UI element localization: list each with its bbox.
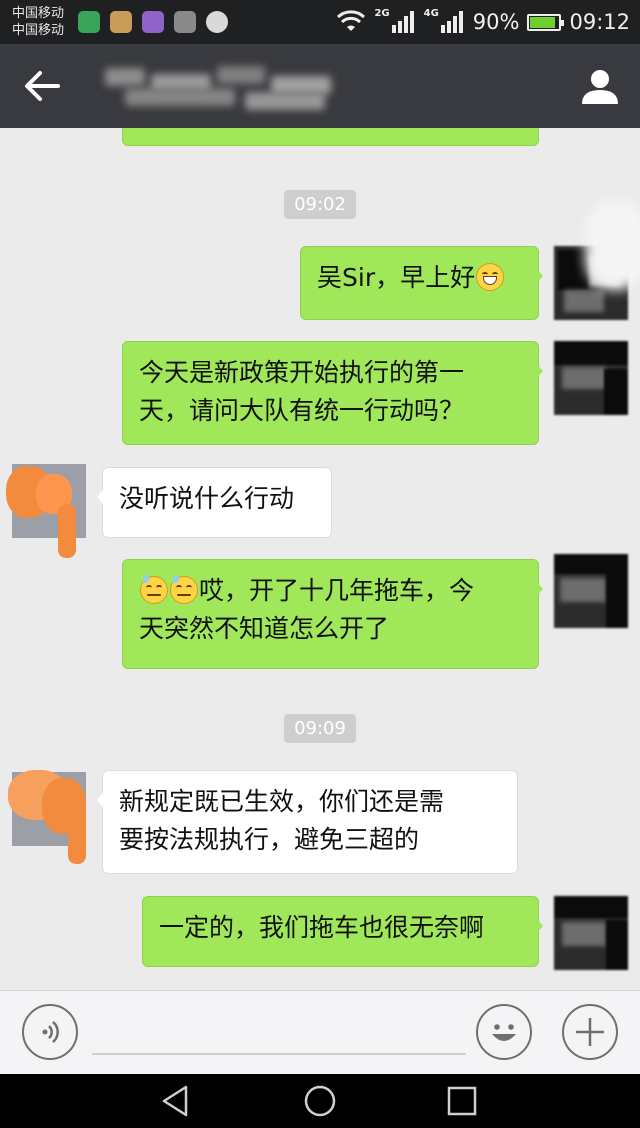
system-nav-bar [0,1074,640,1128]
blur-artifact [585,200,640,290]
grin-emoji-icon [476,263,505,291]
message-line: 要按法规执行，避免三超的 [119,825,420,854]
sweat-emoji-icon [140,575,168,604]
battery-icon [527,13,565,31]
carrier-2: 中国移动 [12,23,65,38]
wifi-icon [337,10,366,31]
timestamp: 09:09 [284,714,356,743]
more-button[interactable] [562,1004,618,1060]
signal-4g-icon [440,11,463,33]
plus-icon [576,1018,604,1046]
voice-icon [42,1021,59,1043]
signal-2g-icon [391,11,414,33]
message-line: 哎，开了十几年拖车，今 [199,576,475,605]
message-bubble-out[interactable]: 吴Sir，早上好 [300,246,543,320]
emoji-button[interactable] [476,1004,532,1060]
square-recents-icon [447,1086,477,1116]
nav-recents-button[interactable] [444,1083,480,1119]
message-text: 没听说什么行动 [119,484,295,513]
my-avatar[interactable] [554,554,628,628]
previous-message-bubble[interactable] [122,128,539,146]
contact-avatar[interactable] [6,464,86,558]
carrier-labels: 中国移动 中国移动 [12,5,64,39]
timestamp: 09:02 [284,190,356,219]
photo-notification-icon [110,11,132,33]
nav-home-button[interactable] [302,1083,338,1119]
clock: 09:12 [569,10,630,34]
network-4g-label: 4G [423,7,439,19]
my-avatar[interactable] [554,896,628,970]
message-line: 今天是新政策开始执行的第一 [139,358,465,387]
gallery-notification-icon [142,11,164,33]
message-bubble-in[interactable]: 新规定既已生效，你们还是需 要按法规执行，避免三超的 [97,770,518,874]
news-notification-icon [206,11,228,33]
back-button[interactable] [20,64,66,108]
contact-name-blurred [105,66,337,110]
person-icon [582,70,618,104]
network-2g-label: 2G [374,7,390,19]
message-line: 天突然不知道怎么开了 [139,614,390,643]
message-input[interactable] [92,1011,466,1055]
message-line: 天，请问大队有统一行动吗？ [139,396,465,425]
voice-button[interactable] [22,1004,78,1060]
battery-percent: 90% [472,10,520,34]
arrow-left-icon [25,71,60,101]
input-bar [0,990,640,1074]
status-bar: 中国移动 中国移动 2G 4G 90% 09:12 [0,0,640,44]
status-indicators: 2G 4G 90% 09:12 [336,0,630,44]
profile-button[interactable] [580,66,620,106]
message-text: 吴Sir，早上好 [317,263,476,292]
message-bubble-in[interactable]: 没听说什么行动 [97,467,332,538]
image-notification-icon [174,11,196,33]
sweat-emoji-icon [170,575,198,604]
wechat-notification-icon [78,11,100,33]
smiley-icon [492,1024,516,1041]
my-avatar[interactable] [554,341,628,415]
triangle-back-icon [162,1085,188,1117]
message-line: 新规定既已生效，你们还是需 [119,787,445,816]
message-bubble-out[interactable]: 哎，开了十几年拖车，今 天突然不知道怎么开了 [122,559,543,669]
circle-home-icon [304,1085,336,1117]
nav-back-button[interactable] [158,1083,194,1119]
contact-avatar[interactable] [8,770,86,864]
message-bubble-out[interactable]: 今天是新政策开始执行的第一 天，请问大队有统一行动吗？ [122,341,543,445]
message-text: 一定的，我们拖车也很无奈啊 [159,913,485,942]
chat-header [0,44,640,128]
carrier-1: 中国移动 [12,6,65,21]
battery-level [530,16,556,28]
message-bubble-out[interactable]: 一定的，我们拖车也很无奈啊 [142,896,543,967]
chat-area[interactable]: 09:02 吴Sir，早上好 今天是新政策开始执行的第一 天，请问大队有统一行动… [0,128,640,990]
notification-icons [78,11,228,33]
